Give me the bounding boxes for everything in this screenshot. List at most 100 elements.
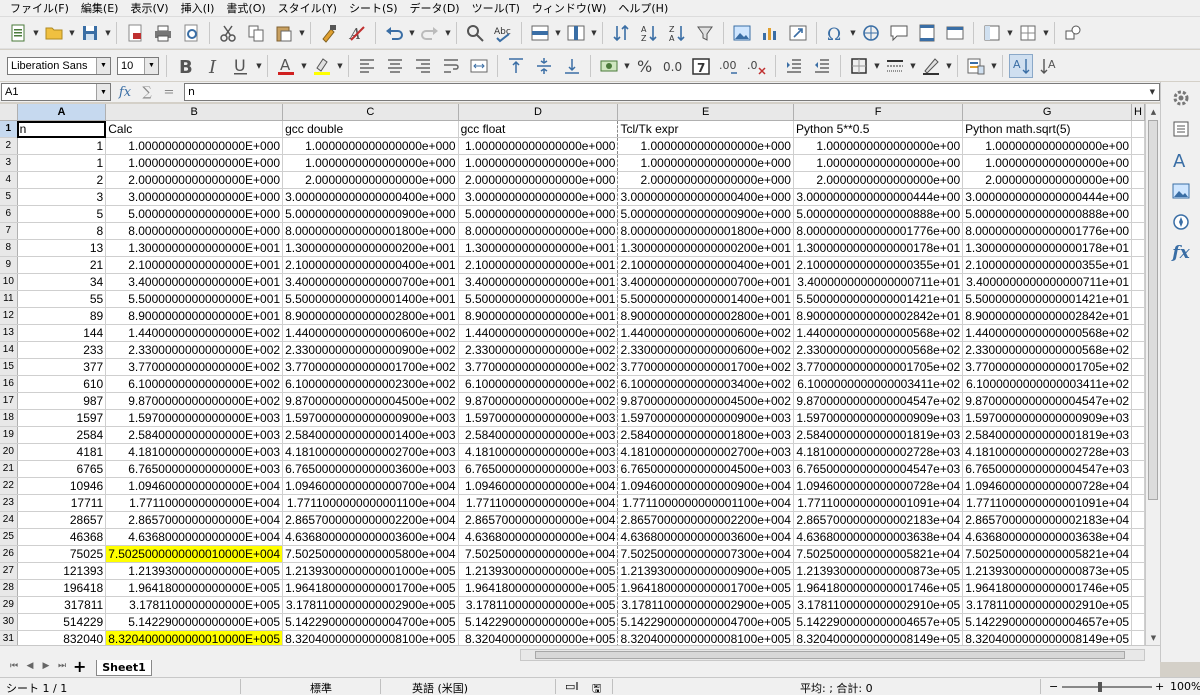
font-color-icon[interactable]: A: [274, 54, 298, 78]
empty-cell[interactable]: [1131, 188, 1145, 206]
select-all-corner[interactable]: [0, 104, 18, 121]
data-cell[interactable]: 3.1781100000000000E+005: [105, 596, 284, 614]
empty-cell[interactable]: [1131, 307, 1145, 325]
find-replace-icon[interactable]: [463, 21, 487, 45]
chevron-down-icon[interactable]: ▼: [1006, 21, 1014, 45]
align-center-icon[interactable]: [383, 54, 407, 78]
number-format-icon[interactable]: 0.0: [661, 54, 685, 78]
row-header[interactable]: 3: [0, 154, 18, 172]
data-cell[interactable]: 1.0000000000000000e+000: [282, 137, 459, 155]
data-cell[interactable]: 1.9641800000000001700e+005: [617, 579, 794, 597]
data-cell[interactable]: 6.7650000000000004547e+03: [793, 460, 964, 478]
data-cell[interactable]: 3: [17, 188, 107, 206]
data-cell[interactable]: 2.5840000000000001819e+03: [793, 426, 964, 444]
empty-cell[interactable]: [1131, 290, 1145, 308]
row-header[interactable]: 12: [0, 307, 18, 325]
pivot-table-icon[interactable]: [786, 21, 810, 45]
data-cell[interactable]: 832040: [17, 630, 107, 645]
data-cell[interactable]: 144: [17, 324, 107, 342]
row-header[interactable]: 24: [0, 511, 18, 529]
highlight-color-icon[interactable]: [310, 54, 334, 78]
menu-item[interactable]: 表示(V): [124, 0, 174, 17]
data-cell[interactable]: 1.0000000000000000E+000: [105, 154, 284, 172]
special-character-icon[interactable]: Ω: [823, 21, 847, 45]
draw-shapes-icon[interactable]: [1061, 21, 1085, 45]
row-header[interactable]: 8: [0, 239, 18, 257]
wrap-text-icon[interactable]: [439, 54, 463, 78]
zoom-in-icon[interactable]: +: [1155, 680, 1164, 693]
chevron-down-icon[interactable]: ▼: [300, 54, 308, 78]
text-direction-icon[interactable]: A: [1037, 54, 1061, 78]
row-header[interactable]: 27: [0, 562, 18, 580]
data-cell[interactable]: 1.5970000000000000E+003: [105, 409, 284, 427]
data-cell[interactable]: 1.0946000000000000E+004: [105, 477, 284, 495]
data-cell[interactable]: 1.4400000000000000E+002: [105, 324, 284, 342]
row-header[interactable]: 13: [0, 324, 18, 342]
empty-cell[interactable]: [1131, 273, 1145, 291]
data-cell[interactable]: 2.8657000000000002200e+004: [282, 511, 459, 529]
data-cell[interactable]: 233: [17, 341, 107, 359]
column-header[interactable]: C: [282, 104, 459, 121]
empty-cell[interactable]: [1131, 256, 1145, 274]
header-cell[interactable]: gcc float: [458, 120, 619, 138]
scroll-down-icon[interactable]: ▼: [1146, 630, 1161, 645]
data-cell[interactable]: 10946: [17, 477, 107, 495]
menu-item[interactable]: シート(S): [343, 0, 404, 17]
styles-icon[interactable]: A: [1161, 144, 1200, 175]
image-icon[interactable]: [730, 21, 754, 45]
empty-cell[interactable]: [1131, 358, 1145, 376]
data-cell[interactable]: 2.8657000000000002183e+04: [962, 511, 1133, 529]
data-cell[interactable]: 1.3000000000000000e+001: [458, 239, 619, 257]
data-cell[interactable]: 1.5970000000000000900e+003: [282, 409, 459, 427]
data-cell[interactable]: 2.5840000000000000e+003: [458, 426, 619, 444]
data-cell[interactable]: 8.9000000000000002800e+001: [617, 307, 794, 325]
data-cell[interactable]: 3.4000000000000000700e+001: [282, 273, 459, 291]
chevron-down-icon[interactable]: ▼: [32, 21, 40, 45]
data-cell[interactable]: 1.7711000000000001091e+04: [793, 494, 964, 512]
data-cell[interactable]: 5.1422900000000004657e+05: [962, 613, 1133, 631]
data-cell[interactable]: 9.8700000000000004500e+002: [617, 392, 794, 410]
data-cell[interactable]: 6.7650000000000004500e+003: [617, 460, 794, 478]
data-cell[interactable]: 2.1000000000000000400e+001: [617, 256, 794, 274]
data-cell[interactable]: 7.5025000000000005821e+04: [793, 545, 964, 563]
save-icon[interactable]: [78, 21, 102, 45]
data-cell[interactable]: 987: [17, 392, 107, 410]
data-cell[interactable]: 6.7650000000000000e+003: [458, 460, 619, 478]
language-status[interactable]: 英語 (米国): [412, 680, 468, 695]
data-cell[interactable]: 9.8700000000000000E+002: [105, 392, 284, 410]
data-cell[interactable]: 2.1000000000000000355e+01: [962, 256, 1133, 274]
row-header[interactable]: 17: [0, 392, 18, 410]
data-cell[interactable]: 3.7700000000000000e+002: [458, 358, 619, 376]
row-header[interactable]: 6: [0, 205, 18, 223]
data-cell[interactable]: 2: [17, 171, 107, 189]
equals-icon[interactable]: =: [158, 82, 180, 102]
data-cell[interactable]: 1.9641800000000000E+005: [105, 579, 284, 597]
sheet-tab[interactable]: Sheet1: [96, 660, 152, 676]
row-header[interactable]: 30: [0, 613, 18, 631]
border-style-icon[interactable]: [883, 54, 907, 78]
empty-cell[interactable]: [1131, 324, 1145, 342]
header-cell[interactable]: Calc: [105, 120, 284, 138]
data-cell[interactable]: 5.0000000000000000888e+00: [793, 205, 964, 223]
chevron-down-icon[interactable]: ▼: [408, 21, 416, 45]
data-cell[interactable]: 1.2139300000000000873e+05: [793, 562, 964, 580]
open-folder-icon[interactable]: [42, 21, 66, 45]
data-cell[interactable]: 8.3204000000000010000E+005: [105, 630, 284, 645]
data-cell[interactable]: 8.9000000000000002800e+001: [282, 307, 459, 325]
data-cell[interactable]: 3.7700000000000001705e+02: [793, 358, 964, 376]
data-cell[interactable]: 8.9000000000000002842e+01: [962, 307, 1133, 325]
column-header[interactable]: E: [617, 104, 794, 121]
data-cell[interactable]: 8.3204000000000008100e+005: [282, 630, 459, 645]
chevron-down-icon[interactable]: ▼: [1150, 84, 1159, 100]
data-cell[interactable]: 5.1422900000000000e+005: [458, 613, 619, 631]
new-document-icon[interactable]: [6, 21, 30, 45]
data-cell[interactable]: 1.0000000000000000e+00: [793, 137, 964, 155]
row-header[interactable]: 18: [0, 409, 18, 427]
data-cell[interactable]: 1.0946000000000000728e+04: [793, 477, 964, 495]
data-cell[interactable]: 2.0000000000000000e+000: [458, 171, 619, 189]
next-sheet-icon[interactable]: ▶: [40, 661, 52, 673]
column-header[interactable]: B: [105, 104, 284, 121]
data-cell[interactable]: 9.8700000000000004547e+02: [793, 392, 964, 410]
data-cell[interactable]: 3.4000000000000000711e+01: [962, 273, 1133, 291]
empty-cell[interactable]: [1131, 154, 1145, 172]
